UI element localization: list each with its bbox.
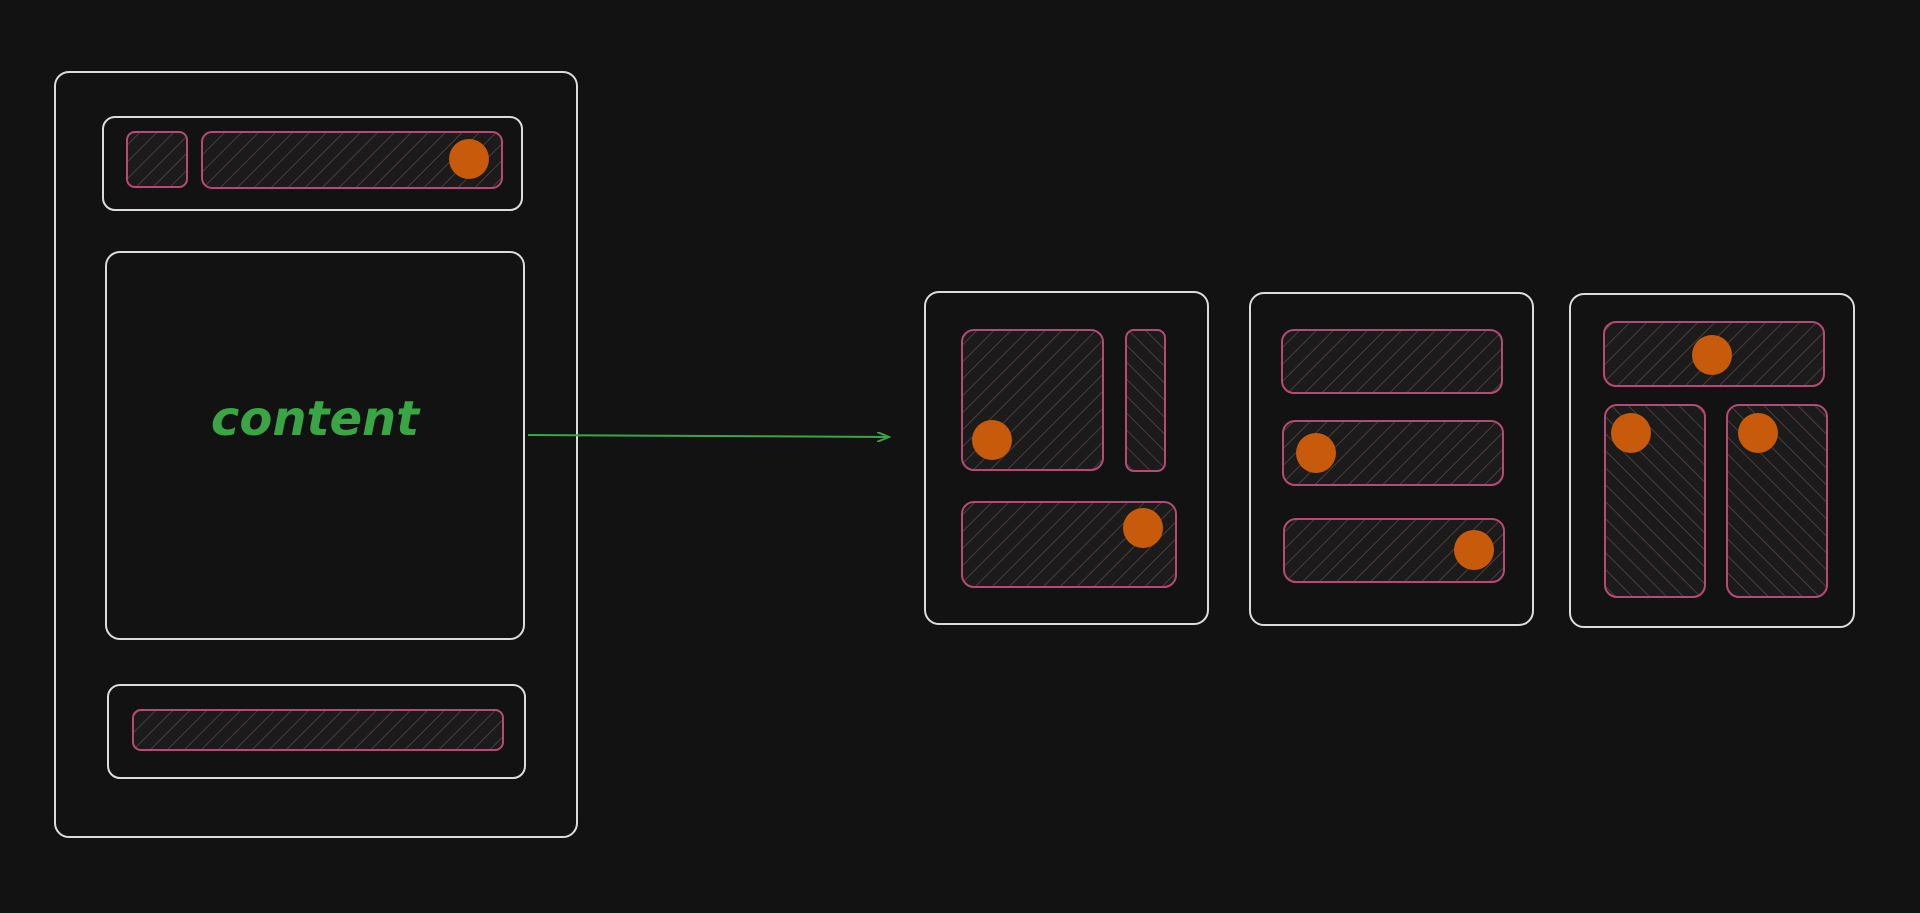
content-section: content	[105, 251, 525, 640]
variant-2-block-1	[1281, 329, 1503, 394]
footer-section	[107, 684, 526, 779]
content-label: content	[211, 391, 421, 447]
transform-arrow	[527, 435, 889, 437]
variant-2-dot-a	[1296, 433, 1336, 473]
header-section	[102, 116, 523, 211]
variant-1-dot-b	[1123, 508, 1163, 548]
variant-3-dot-left	[1611, 413, 1651, 453]
variant-1-side-block	[1125, 329, 1166, 472]
header-logo-block	[126, 131, 188, 188]
header-dot	[449, 139, 489, 179]
variant-2-dot-b	[1454, 530, 1494, 570]
layout-variant-2	[1249, 292, 1534, 626]
variant-3-dot-right	[1738, 413, 1778, 453]
layout-variant-1	[924, 291, 1209, 625]
variant-1-dot-a	[972, 420, 1012, 460]
variant-3-dot-top	[1692, 335, 1732, 375]
page-layout: content	[54, 71, 578, 838]
layout-variant-3	[1569, 293, 1855, 628]
layout-diagram: content	[54, 71, 1855, 838]
footer-block	[132, 709, 504, 751]
